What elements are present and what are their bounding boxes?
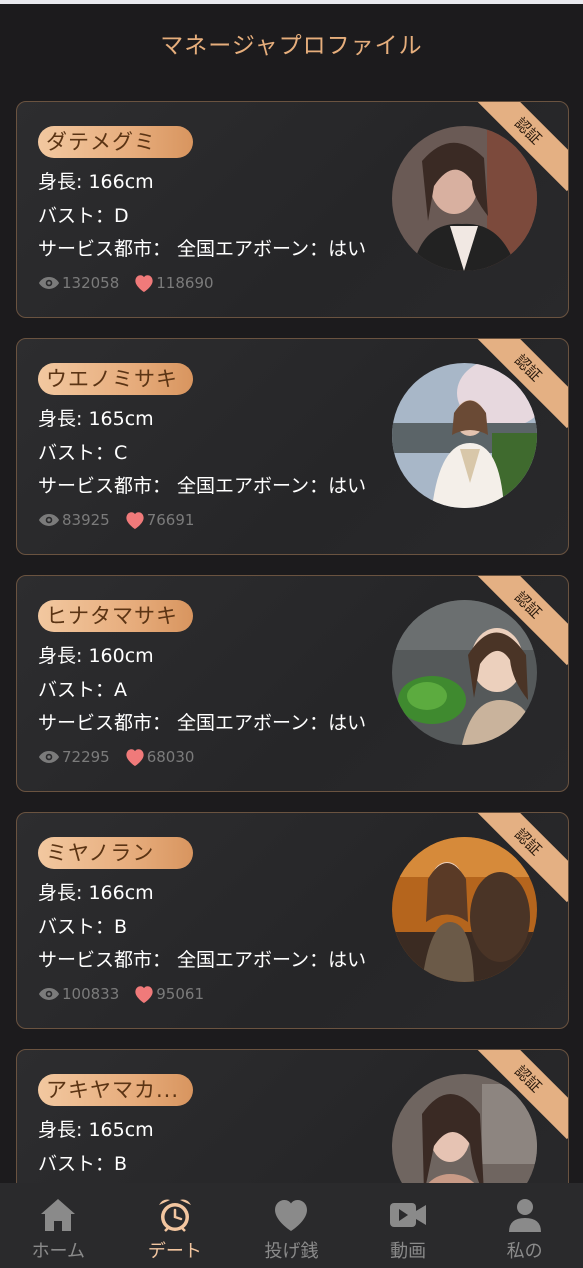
heart-icon: [126, 749, 144, 767]
eye-icon: [38, 751, 60, 763]
profile-card[interactable]: ヒナタマサキ 身長: 160cm バスト：A サービス都市： 全国エアボーン：は…: [16, 575, 569, 792]
like-count: 118690: [156, 274, 214, 292]
view-count: 83925: [62, 511, 110, 529]
eye-icon: [38, 988, 60, 1000]
tab-label: ホーム: [31, 1241, 86, 1262]
profile-bust: バスト：C: [38, 442, 128, 464]
profile-list: ダテメグミ 身長: 166cm バスト：D サービス都市： 全国エアボーン：はい…: [16, 101, 569, 1268]
bottom-tab-bar: ホーム デート 投げ銭 動画 私の: [0, 1183, 583, 1268]
page-title: マネージャプロファイル: [160, 33, 423, 59]
profile-bust: バスト：A: [38, 679, 127, 701]
heart-icon: [126, 512, 144, 530]
profile-service-city: サービス都市： 全国エアボーン：はい: [38, 712, 367, 734]
profile-photo: [392, 363, 537, 508]
tab-label: デート: [147, 1241, 202, 1262]
profile-bust: バスト：D: [38, 205, 129, 227]
tab-date[interactable]: デート: [117, 1183, 234, 1268]
user-icon: [508, 1199, 541, 1232]
profile-height: 身長: 166cm: [38, 882, 154, 904]
profile-photo: [392, 126, 537, 271]
like-count: 68030: [146, 748, 195, 766]
profile-name-badge: アキヤマカ...: [38, 1074, 193, 1106]
profile-card[interactable]: ウエノミサキ 身長: 165cm バスト：C サービス都市： 全国エアボーン：は…: [16, 338, 569, 555]
profile-card[interactable]: ミヤノラン 身長: 166cm バスト：B サービス都市： 全国エアボーン：はい…: [16, 812, 569, 1029]
profile-photo: [392, 837, 537, 982]
tab-tip[interactable]: 投げ銭: [233, 1183, 350, 1268]
view-count: 132058: [62, 274, 120, 292]
profile-bust: バスト：B: [38, 916, 128, 938]
profile-stats: 72295 68030: [38, 747, 194, 767]
profile-stats: 83925 76691: [38, 510, 194, 530]
profile-height: 身長: 160cm: [38, 645, 154, 667]
eye-icon: [38, 277, 60, 289]
profile-height: 身長: 165cm: [38, 408, 154, 430]
eye-icon: [38, 514, 60, 526]
tab-label: 私の: [506, 1241, 543, 1262]
profile-name-badge: ウエノミサキ: [38, 363, 193, 395]
profile-card[interactable]: ダテメグミ 身長: 166cm バスト：D サービス都市： 全国エアボーン：はい…: [16, 101, 569, 318]
profile-bust: バスト：B: [38, 1153, 128, 1175]
profile-height: 身長: 165cm: [38, 1119, 154, 1141]
tab-mine[interactable]: 私の: [466, 1183, 583, 1268]
profile-service-city: サービス都市： 全国エアボーン：はい: [38, 238, 367, 260]
heart-icon: [135, 986, 153, 1004]
profile-name-badge: ダテメグミ: [38, 126, 193, 158]
heart-icon: [135, 275, 153, 293]
tab-label: 投げ銭: [264, 1241, 319, 1262]
profile-service-city: サービス都市： 全国エアボーン：はい: [38, 949, 367, 971]
home-icon: [41, 1199, 76, 1231]
page-header: マネージャプロファイル: [0, 4, 583, 82]
tab-video[interactable]: 動画: [350, 1183, 467, 1268]
profile-name-badge: ヒナタマサキ: [38, 600, 193, 632]
heart-icon: [275, 1200, 308, 1231]
tab-label: 動画: [390, 1241, 427, 1262]
view-count: 100833: [62, 985, 120, 1003]
profile-stats: 132058 118690: [38, 273, 214, 293]
video-camera-icon: [390, 1203, 427, 1227]
profile-height: 身長: 166cm: [38, 171, 154, 193]
tab-home[interactable]: ホーム: [0, 1183, 117, 1268]
alarm-clock-icon: [158, 1199, 191, 1232]
like-count: 76691: [146, 511, 195, 529]
profile-service-city: サービス都市： 全国エアボーン：はい: [38, 475, 367, 497]
profile-photo: [392, 600, 537, 745]
view-count: 72295: [62, 748, 110, 766]
profile-name-badge: ミヤノラン: [38, 837, 193, 869]
like-count: 95061: [156, 985, 204, 1003]
profile-stats: 100833 95061: [38, 984, 204, 1004]
